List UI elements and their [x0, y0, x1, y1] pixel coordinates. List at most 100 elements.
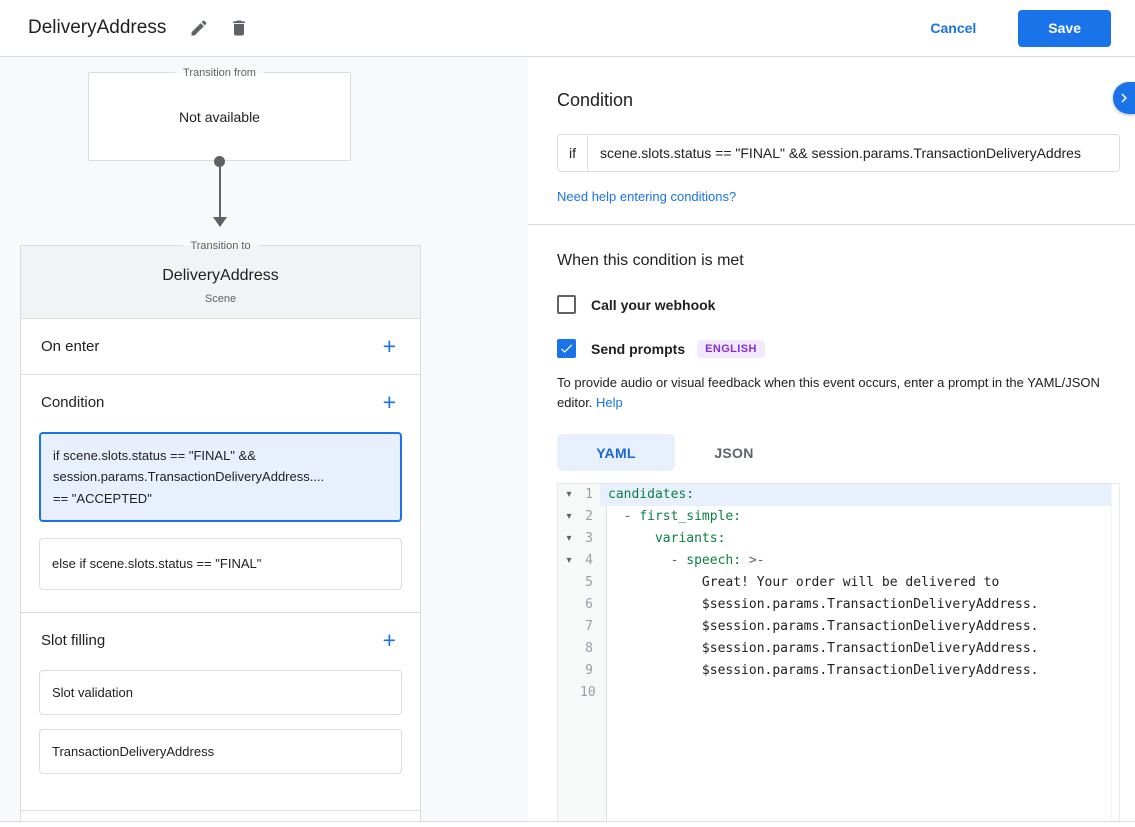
- code-token: -: [608, 509, 639, 524]
- scene-title: DeliveryAddress: [28, 17, 166, 39]
- cancel-button[interactable]: Cancel: [930, 20, 976, 36]
- slot-filling-label: Slot filling: [41, 632, 105, 649]
- line-number: 5: [580, 572, 600, 594]
- code-line[interactable]: 10: [558, 682, 1119, 704]
- code-line-content[interactable]: Great! Your order will be delivered to: [600, 572, 1119, 594]
- prompts-checkbox[interactable]: [557, 339, 576, 358]
- delete-scene-button[interactable]: [222, 11, 256, 45]
- line-number: 4: [580, 550, 600, 572]
- code-line[interactable]: ▾1 candidates:: [558, 484, 1119, 506]
- app-header: DeliveryAddress Cancel Save: [0, 0, 1135, 57]
- code-line[interactable]: ▾2 - first_simple:: [558, 506, 1119, 528]
- code-line[interactable]: 7 $session.params.TransactionDeliveryAdd…: [558, 616, 1119, 638]
- webhook-checkbox[interactable]: [557, 295, 576, 314]
- condition-card[interactable]: else if scene.slots.status == "FINAL": [39, 538, 402, 589]
- code-token: speech:: [686, 553, 741, 568]
- code-line-content[interactable]: - first_simple:: [600, 506, 1119, 528]
- code-line-content[interactable]: variants:: [600, 528, 1119, 550]
- line-number: 2: [580, 506, 600, 528]
- webhook-label: Call your webhook: [591, 297, 715, 313]
- condition-card[interactable]: if scene.slots.status == "FINAL" && sess…: [39, 432, 402, 522]
- condition-section-label: Condition: [41, 394, 104, 411]
- scene-editor-page: DeliveryAddress Cancel Save Transition f…: [0, 0, 1135, 827]
- code-line-content[interactable]: $session.params.TransactionDeliveryAddre…: [600, 638, 1119, 660]
- code-line-content[interactable]: - speech: >-: [600, 550, 1119, 572]
- code-line-content[interactable]: [600, 682, 1119, 704]
- line-number: 10: [580, 682, 600, 704]
- send-prompts-row: Send prompts ENGLISH: [557, 339, 1135, 358]
- description-text: To provide audio or visual feedback when…: [557, 375, 1100, 410]
- scene-name: DeliveryAddress: [21, 267, 420, 285]
- editor-scrollbar[interactable]: [1111, 484, 1119, 826]
- fold-toggle-icon[interactable]: ▾: [558, 550, 580, 572]
- when-condition-title: When this condition is met: [557, 252, 1135, 270]
- code-line[interactable]: 6 $session.params.TransactionDeliveryAdd…: [558, 594, 1119, 616]
- editor-tabs: YAML JSON: [557, 434, 1135, 471]
- slot-filling-section: Slot filling +: [21, 613, 420, 668]
- transition-from-node[interactable]: Transition from Not available: [88, 72, 351, 161]
- condition-input[interactable]: [588, 135, 1119, 171]
- if-label: if: [558, 135, 588, 171]
- code-line-content[interactable]: $session.params.TransactionDeliveryAddre…: [600, 594, 1119, 616]
- code-token: $session.params.TransactionDeliveryAddre…: [608, 619, 1038, 634]
- code-line[interactable]: 8 $session.params.TransactionDeliveryAdd…: [558, 638, 1119, 660]
- slot-card[interactable]: Slot validation: [39, 670, 402, 715]
- code-token: -: [608, 553, 686, 568]
- code-token: Great! Your order will be delivered to: [608, 575, 999, 590]
- slot-card[interactable]: TransactionDeliveryAddress: [39, 729, 402, 774]
- code-line[interactable]: 5 Great! Your order will be delivered to: [558, 572, 1119, 594]
- condition-card-list: if scene.slots.status == "FINAL" && sess…: [21, 430, 420, 612]
- fold-spacer: [558, 616, 580, 638]
- code-token: $session.params.TransactionDeliveryAddre…: [608, 663, 1038, 678]
- arrow-down-icon: [213, 217, 227, 227]
- fold-toggle-icon[interactable]: ▾: [558, 484, 580, 506]
- line-number: 3: [580, 528, 600, 550]
- on-enter-section: On enter +: [21, 319, 420, 374]
- panel-divider: [528, 224, 1135, 225]
- horizontal-scrollbar-track[interactable]: [0, 821, 1135, 827]
- tab-yaml[interactable]: YAML: [557, 434, 675, 471]
- condition-help-link[interactable]: Need help entering conditions?: [557, 189, 736, 204]
- scene-card-header: Transition to DeliveryAddress Scene: [21, 246, 420, 319]
- condition-expression-row: if: [557, 134, 1120, 172]
- language-badge: ENGLISH: [697, 340, 765, 358]
- line-number: 9: [580, 660, 600, 682]
- code-token: candidates:: [608, 487, 694, 502]
- code-line-content[interactable]: candidates:: [600, 484, 1119, 506]
- fold-spacer: [558, 682, 580, 704]
- add-on-enter-button[interactable]: +: [381, 335, 398, 358]
- save-button[interactable]: Save: [1018, 10, 1111, 47]
- code-token: $session.params.TransactionDeliveryAddre…: [608, 641, 1038, 656]
- code-line-content[interactable]: $session.params.TransactionDeliveryAddre…: [600, 660, 1119, 682]
- line-number: 6: [580, 594, 600, 616]
- yaml-editor[interactable]: ▾1candidates:▾2 - first_simple:▾3 varian…: [557, 483, 1120, 826]
- fold-spacer: [558, 594, 580, 616]
- code-line-content[interactable]: $session.params.TransactionDeliveryAddre…: [600, 616, 1119, 638]
- flow-connector-line: [219, 167, 221, 217]
- chevron-right-icon: [1115, 89, 1133, 107]
- scene-graph-canvas: Transition from Not available Transition…: [0, 57, 528, 827]
- fold-toggle-icon[interactable]: ▾: [558, 528, 580, 550]
- panel-title: Condition: [557, 57, 1135, 111]
- tab-json[interactable]: JSON: [675, 434, 793, 471]
- code-line[interactable]: ▾4 - speech: >-: [558, 550, 1119, 572]
- help-link[interactable]: Help: [596, 395, 623, 410]
- code-line[interactable]: ▾3 variants:: [558, 528, 1119, 550]
- line-number: 1: [580, 484, 600, 506]
- prompts-label: Send prompts: [591, 341, 685, 357]
- code-line[interactable]: 9 $session.params.TransactionDeliveryAdd…: [558, 660, 1119, 682]
- fold-spacer: [558, 638, 580, 660]
- line-number: 8: [580, 638, 600, 660]
- transition-from-label: Transition from: [175, 65, 264, 81]
- fold-toggle-icon[interactable]: ▾: [558, 506, 580, 528]
- add-condition-button[interactable]: +: [381, 391, 398, 414]
- line-number: 7: [580, 616, 600, 638]
- transition-from-value: Not available: [179, 109, 260, 125]
- add-slot-button[interactable]: +: [381, 629, 398, 652]
- code-token: first_simple:: [639, 509, 741, 524]
- code-lines: ▾1candidates:▾2 - first_simple:▾3 varian…: [558, 484, 1119, 704]
- code-token: $session.params.TransactionDeliveryAddre…: [608, 597, 1038, 612]
- panel-body: Condition if Need help entering conditio…: [528, 57, 1135, 826]
- edit-scene-button[interactable]: [182, 11, 216, 45]
- code-token: >-: [741, 553, 764, 568]
